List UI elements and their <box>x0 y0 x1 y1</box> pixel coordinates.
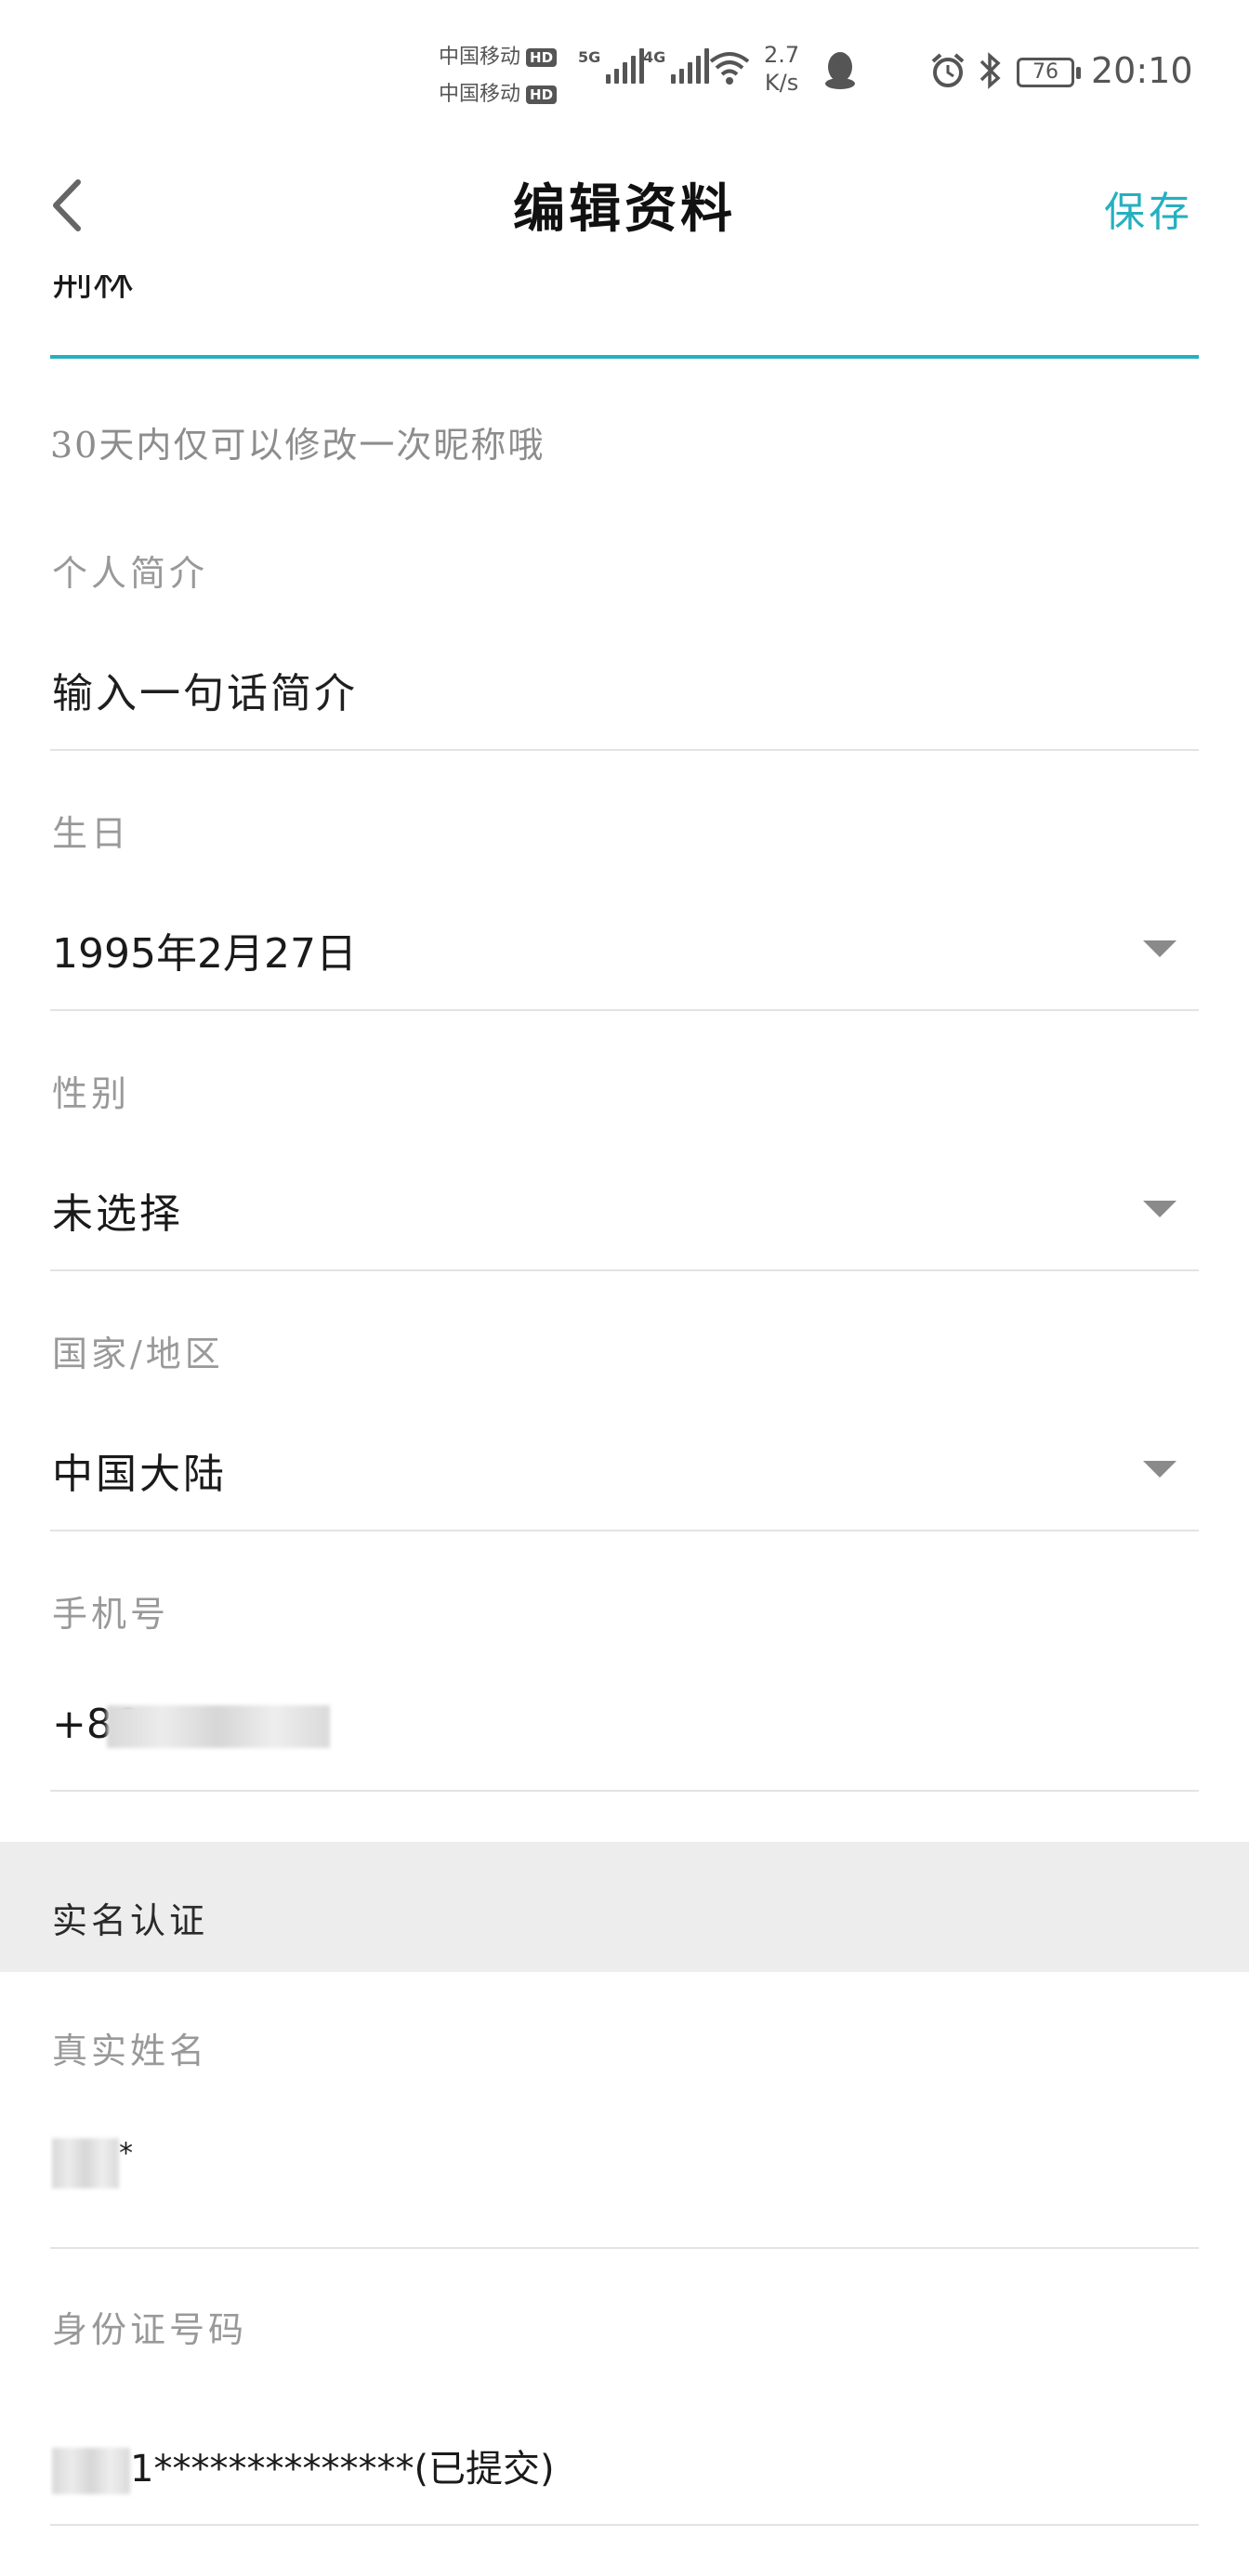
save-button[interactable]: 保存 <box>1104 178 1193 238</box>
carrier-2: 中国移动 <box>439 83 521 106</box>
nickname-underline <box>50 355 1199 359</box>
nickname-hint: 30天内仅可以修改一次昵称哦 <box>50 425 546 466</box>
signal-4g-icon: 4G <box>643 48 710 84</box>
bio-label: 个人简介 <box>52 553 209 594</box>
real-name-label: 真实姓名 <box>52 2031 209 2071</box>
id-number-value: 1**************(已提交) <box>52 2438 555 2494</box>
clock: 20:10 <box>1091 50 1193 91</box>
gender-select[interactable]: 未选择 <box>52 1180 183 1240</box>
birthday-select[interactable]: 1995年2月27日 <box>52 920 357 979</box>
hd-icon: HD <box>526 48 558 67</box>
nickname-value: 荆林 <box>52 275 134 305</box>
wifi-icon <box>709 52 750 85</box>
bio-input[interactable]: 输入一句话简介 <box>52 660 358 719</box>
signal-5g-icon: 5G <box>578 48 645 84</box>
redacted-id <box>52 2448 130 2494</box>
network-speed: 2.7 K/s <box>764 41 799 97</box>
signal-5g-label: 5G <box>578 48 601 66</box>
chevron-down-icon[interactable] <box>1143 1461 1177 1478</box>
phone-value[interactable]: +86 <box>52 1701 330 1748</box>
real-name-value: * <box>52 2137 136 2188</box>
bluetooth-icon <box>979 52 1001 89</box>
speed-value: 2.7 <box>764 42 800 68</box>
carrier-info: 中国移动 HD 中国移动 HD <box>439 39 558 113</box>
status-bar: 中国移动 HD 中国移动 HD 5G 4G 2.7 K/s 76 20:10 <box>0 0 1249 139</box>
chevron-down-icon[interactable] <box>1143 1201 1177 1217</box>
alarm-icon <box>931 53 965 87</box>
divider <box>50 2247 1199 2249</box>
divider <box>50 1009 1199 1011</box>
signal-4g-label: 4G <box>643 48 666 66</box>
edit-profile-screen: 中国移动 HD 中国移动 HD 5G 4G 2.7 K/s 76 20:10 编… <box>0 0 1249 2576</box>
id-number-label: 身份证号码 <box>52 2309 248 2350</box>
birthday-label: 生日 <box>52 813 131 854</box>
battery-icon: 76 <box>1017 58 1081 87</box>
hd-icon: HD <box>526 85 558 104</box>
divider <box>50 749 1199 751</box>
region-label: 国家/地区 <box>52 1334 224 1374</box>
gender-label: 性别 <box>52 1073 131 1114</box>
section-title: 实名认证 <box>52 1900 209 1941</box>
id-number-text: 1**************(已提交) <box>130 2448 555 2491</box>
divider <box>50 1269 1199 1271</box>
speed-unit: K/s <box>764 70 799 96</box>
name-mask: * <box>119 2137 136 2170</box>
divider <box>50 1530 1199 1531</box>
divider <box>50 1790 1199 1792</box>
divider <box>50 2524 1199 2526</box>
redacted-phone <box>106 1705 330 1748</box>
nickname-input[interactable]: 荆林 <box>52 275 238 314</box>
chevron-down-icon[interactable] <box>1143 940 1177 957</box>
page-title: 编辑资料 <box>513 178 736 240</box>
region-select[interactable]: 中国大陆 <box>52 1440 227 1500</box>
carrier-1: 中国移动 <box>439 46 521 69</box>
redacted-name <box>52 2138 119 2188</box>
qq-icon <box>825 52 855 89</box>
phone-label: 手机号 <box>52 1594 170 1635</box>
